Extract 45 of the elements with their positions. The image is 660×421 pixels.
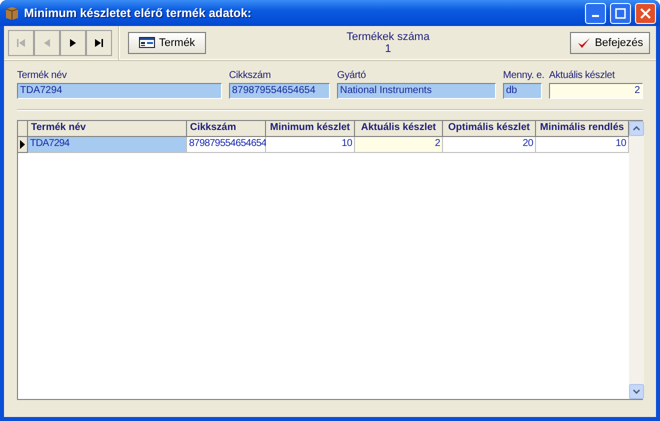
- column-header[interactable]: Cikkszám: [187, 121, 266, 137]
- finish-button[interactable]: Befejezés: [570, 32, 650, 54]
- form-icon: [139, 37, 155, 48]
- table-cell: 879879554654654: [187, 137, 266, 153]
- minimize-button[interactable]: [585, 2, 606, 24]
- last-record-icon: [94, 38, 104, 46]
- column-header[interactable]: Minimum készlet: [266, 121, 355, 137]
- chevron-up-icon: [633, 126, 640, 131]
- input-field[interactable]: TDA7294: [17, 83, 222, 99]
- close-button[interactable]: [635, 2, 656, 24]
- window-title: Minimum készletet elérő termék adatok:: [24, 6, 252, 20]
- previous-record-icon: [43, 38, 51, 46]
- table-cell: 20: [443, 137, 536, 153]
- column-header[interactable]: Minimális rendlés: [536, 121, 629, 137]
- record-nav-button[interactable]: [86, 30, 112, 56]
- first-record-icon: [16, 38, 26, 46]
- close-icon: [640, 8, 651, 18]
- table-cell: 10: [536, 137, 629, 153]
- chevron-down-icon: [633, 389, 640, 394]
- column-header[interactable]: Optimális készlet: [443, 121, 536, 137]
- column-header[interactable]: Termék név: [28, 121, 187, 137]
- field-label: Aktuális készlet: [549, 70, 616, 81]
- table-cell: 2: [355, 137, 443, 153]
- scroll-up-button[interactable]: [629, 121, 644, 136]
- table-cell: TDA7294: [28, 137, 187, 153]
- next-record-icon: [69, 38, 77, 46]
- checkmark-icon: [576, 36, 591, 48]
- product-button[interactable]: Termék: [128, 32, 206, 54]
- input-field[interactable]: 879879554654654: [229, 83, 330, 99]
- table-cell: 10: [266, 137, 355, 153]
- record-nav-button[interactable]: [60, 30, 86, 56]
- maximize-icon: [615, 8, 626, 18]
- field-label: Termék név: [17, 70, 68, 81]
- box-icon: [4, 5, 20, 21]
- field-label: Cikkszám: [229, 70, 272, 81]
- input-field[interactable]: National Instruments: [337, 83, 496, 99]
- count-value: 1: [384, 42, 392, 54]
- maximize-button[interactable]: [610, 2, 631, 24]
- field-label: Gyártó: [337, 70, 367, 81]
- scroll-down-button[interactable]: [629, 384, 644, 399]
- input-field[interactable]: 2: [549, 83, 643, 99]
- field-label: Menny. e.: [503, 70, 542, 81]
- column-header[interactable]: Aktuális készlet: [355, 121, 443, 137]
- count-label: Termékek száma: [346, 30, 430, 42]
- input-field[interactable]: db: [503, 83, 542, 99]
